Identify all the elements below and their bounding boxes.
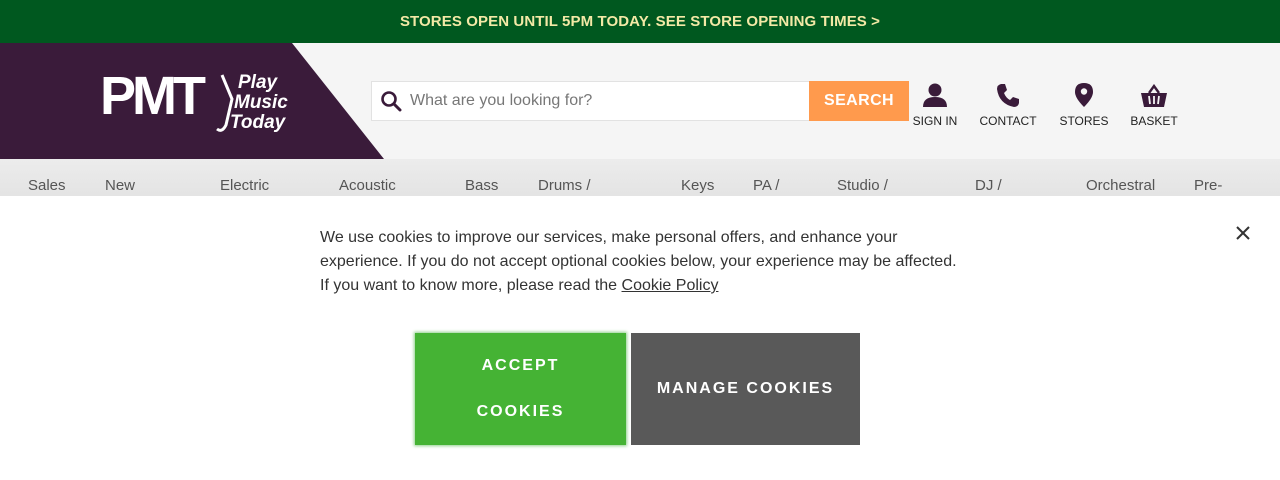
sign-in-label: SIGN IN (912, 114, 958, 128)
close-icon[interactable] (1233, 223, 1253, 243)
nav-item-new[interactable]: New (105, 177, 135, 194)
nav-item-bass[interactable]: Bass (465, 177, 498, 194)
nav-item-pre-owned[interactable]: Pre- (1194, 177, 1222, 194)
contact-button[interactable]: CONTACT (965, 80, 1051, 128)
promo-banner[interactable]: STORES OPEN UNTIL 5PM TODAY. SEE STORE O… (0, 0, 1280, 43)
basket-button[interactable]: BASKET (1117, 80, 1191, 128)
nav-item-studio[interactable]: Studio / (837, 177, 888, 194)
search-bar: SEARCH (371, 81, 909, 121)
nav-item-sales[interactable]: Sales (28, 177, 66, 194)
promo-text[interactable]: STORES OPEN UNTIL 5PM TODAY. SEE STORE O… (400, 13, 880, 30)
map-pin-icon (1074, 80, 1094, 108)
nav-item-keys[interactable]: Keys (681, 177, 714, 194)
contact-label: CONTACT (979, 114, 1037, 128)
logo-tagline: Play Music Today (230, 72, 288, 133)
header-actions: SIGN IN CONTACT STORES BASKET (905, 80, 1191, 128)
manage-cookies-button[interactable]: MANAGE COOKIES (631, 333, 860, 445)
accept-cookies-button[interactable]: ACCEPT COOKIES (415, 333, 626, 445)
nav-item-electric[interactable]: Electric (220, 177, 269, 194)
search-input[interactable] (410, 82, 809, 120)
search-button[interactable]: SEARCH (809, 81, 909, 121)
phone-icon (995, 80, 1021, 108)
main-navigation: Sales New Electric Acoustic Bass Drums /… (0, 159, 1280, 199)
logo-letters: PMT (100, 66, 206, 126)
nav-item-orchestral[interactable]: Orchestral (1086, 177, 1155, 194)
nav-item-acoustic[interactable]: Acoustic (339, 177, 396, 194)
nav-item-dj[interactable]: DJ / (975, 177, 1002, 194)
stores-label: STORES (1059, 114, 1109, 128)
basket-label: BASKET (1130, 114, 1178, 128)
cookie-message: We use cookies to improve our services, … (320, 229, 957, 294)
cookie-policy-link[interactable]: Cookie Policy (622, 277, 719, 294)
sign-in-button[interactable]: SIGN IN (905, 80, 965, 128)
nav-item-pa[interactable]: PA / (753, 177, 779, 194)
basket-icon (1140, 80, 1168, 108)
site-logo[interactable]: PMT Play Music Today (0, 43, 384, 159)
cookie-banner: We use cookies to improve our services, … (0, 196, 1280, 480)
stores-button[interactable]: STORES (1051, 80, 1117, 128)
site-header: PMT Play Music Today SEARCH SIGN IN (0, 43, 1280, 159)
nav-item-drums[interactable]: Drums / (538, 177, 591, 194)
search-icon (372, 82, 410, 120)
user-icon (922, 80, 948, 108)
